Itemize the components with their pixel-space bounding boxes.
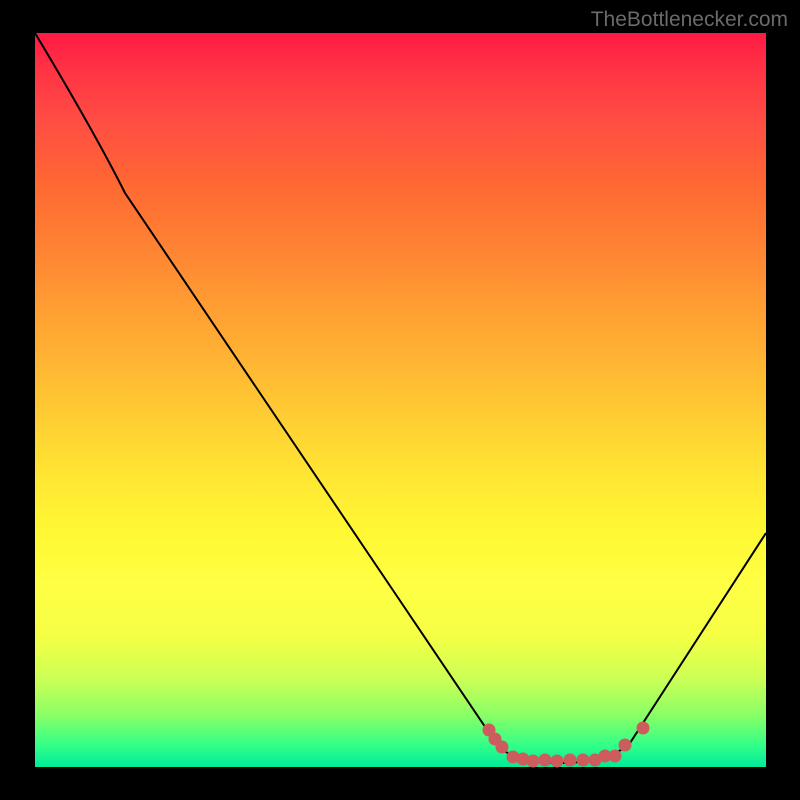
data-dot xyxy=(637,722,650,735)
data-dot xyxy=(619,739,632,752)
data-dot xyxy=(527,755,540,768)
chart-container: TheBottlenecker.com xyxy=(0,0,800,800)
data-dot xyxy=(609,750,622,763)
watermark-text: TheBottlenecker.com xyxy=(591,8,788,32)
data-dot xyxy=(551,755,564,768)
chart-data-dots xyxy=(35,33,766,767)
data-dot xyxy=(496,741,509,754)
data-dot xyxy=(564,754,577,767)
